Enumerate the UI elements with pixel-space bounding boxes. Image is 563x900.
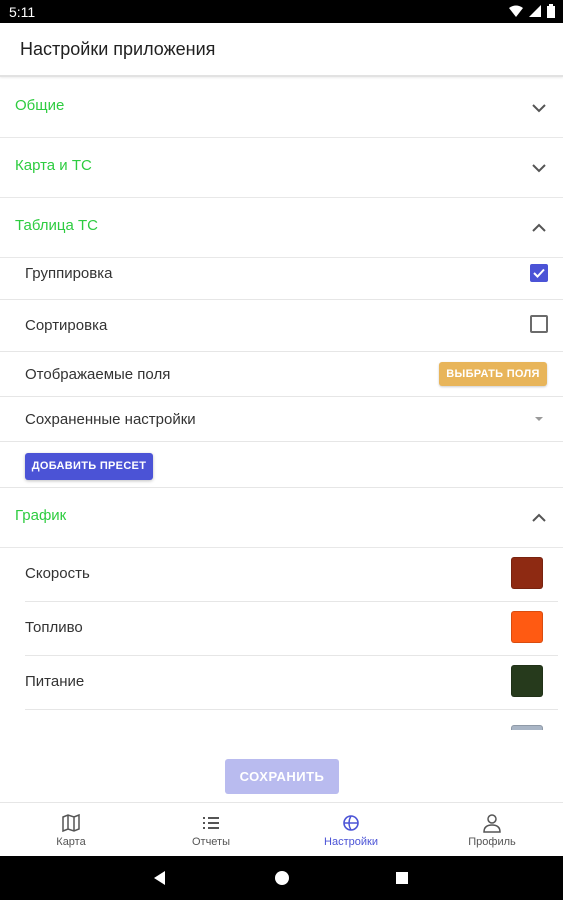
signal-icon — [529, 5, 541, 17]
person-icon — [483, 814, 501, 833]
section-chart-header[interactable]: График — [0, 488, 563, 548]
section-map-label: Карта и ТС — [15, 157, 92, 174]
chart-color-label: Топливо — [25, 619, 83, 636]
nav-label: Карта — [56, 836, 86, 848]
chevron-up-icon — [532, 513, 546, 522]
section-general-header[interactable]: Общие — [0, 78, 563, 138]
back-icon[interactable] — [150, 868, 170, 888]
preset-row: ДОБАВИТЬ ПРЕСЕТ — [0, 442, 563, 488]
settings-icon — [343, 815, 359, 831]
nav-label: Отчеты — [191, 836, 231, 848]
saved-settings-label: Сохраненные настройки — [25, 411, 196, 428]
nav-label: Настройки — [324, 836, 378, 848]
overview-icon[interactable] — [392, 868, 412, 888]
status-icons — [509, 4, 555, 18]
list-icon — [203, 817, 219, 829]
chevron-up-icon — [532, 223, 546, 232]
grouping-row[interactable]: Группировка — [0, 248, 563, 300]
save-area: СОХРАНИТЬ — [0, 730, 563, 802]
system-navigation-bar — [0, 856, 563, 900]
saved-settings-row[interactable]: Сохраненные настройки — [0, 397, 563, 442]
section-table-label: Таблица ТС — [15, 217, 98, 234]
fields-label: Отображаемые поля — [25, 366, 171, 383]
app-bar: Настройки приложения — [0, 23, 563, 77]
nav-item-settings[interactable]: Настройки — [281, 803, 421, 857]
nav-label: Профиль — [468, 836, 516, 848]
nav-item-profile[interactable]: Профиль — [422, 803, 562, 857]
section-map-header[interactable]: Карта и ТС — [0, 138, 563, 198]
color-swatch[interactable] — [511, 665, 543, 697]
status-time: 5:11 — [9, 4, 36, 20]
chart-color-row-partial — [25, 710, 558, 730]
fields-row: Отображаемые поля ВЫБРАТЬ ПОЛЯ — [0, 352, 563, 397]
status-bar: 5:11 — [0, 0, 563, 23]
save-button[interactable]: СОХРАНИТЬ — [225, 759, 339, 794]
chevron-down-icon — [532, 104, 546, 113]
color-swatch[interactable] — [511, 611, 543, 643]
add-preset-button[interactable]: ДОБАВИТЬ ПРЕСЕТ — [25, 453, 153, 480]
bottom-navigation: Карта Отчеты Настройки Профиль — [0, 802, 563, 856]
chart-color-label: Скорость — [25, 565, 90, 582]
map-icon — [62, 813, 80, 833]
sorting-checkbox[interactable] — [530, 315, 548, 333]
chart-color-row: Скорость — [25, 548, 558, 602]
check-icon — [533, 268, 545, 278]
chart-color-row: Топливо — [25, 602, 558, 656]
wifi-icon — [509, 5, 523, 17]
chevron-down-icon — [532, 164, 546, 173]
choose-fields-button[interactable]: ВЫБРАТЬ ПОЛЯ — [439, 362, 547, 386]
home-icon[interactable] — [272, 868, 292, 888]
nav-item-reports[interactable]: Отчеты — [141, 803, 281, 857]
sorting-row[interactable]: Сортировка — [0, 300, 563, 352]
grouping-checkbox[interactable] — [530, 264, 548, 282]
chart-color-label: Питание — [25, 673, 85, 690]
grouping-label: Группировка — [25, 265, 113, 282]
chart-color-row: Питание — [25, 656, 558, 710]
dropdown-arrow-icon — [535, 417, 543, 421]
battery-icon — [547, 4, 555, 18]
color-swatch[interactable] — [511, 557, 543, 589]
sorting-label: Сортировка — [25, 317, 108, 334]
settings-content[interactable]: Общие Карта и ТС Таблица ТС Группировка … — [0, 78, 563, 730]
nav-item-map[interactable]: Карта — [1, 803, 141, 857]
section-chart-label: График — [15, 507, 67, 524]
section-general-label: Общие — [15, 97, 65, 114]
page-title: Настройки приложения — [20, 39, 216, 59]
